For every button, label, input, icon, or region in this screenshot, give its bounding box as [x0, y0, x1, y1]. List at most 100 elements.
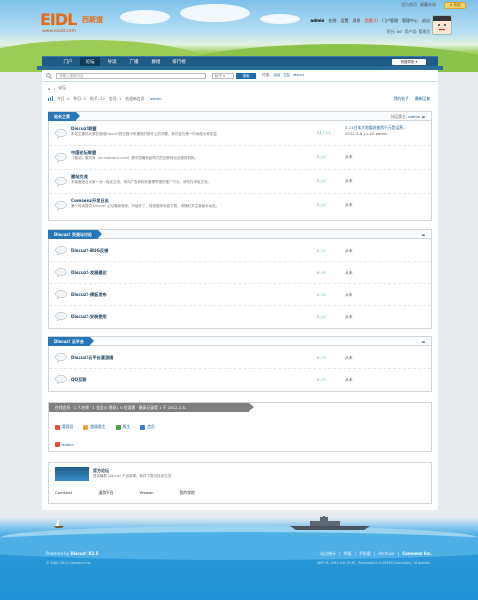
moderator-link[interactable]: admin	[408, 114, 420, 119]
forum-row[interactable]: QQ互联 0 / 0 从未	[49, 369, 431, 391]
breadcrumb-forum[interactable]: 论坛	[58, 85, 66, 91]
friend-link[interactable]: 漫游平台	[98, 490, 113, 496]
alerts-link[interactable]: 提醒(1)	[364, 18, 378, 24]
forum-last-post: 从未	[345, 178, 353, 183]
forum-bubble-icon	[55, 312, 67, 321]
friend-link[interactable]: Comsenz	[55, 490, 72, 496]
search-input[interactable]: 请输入搜索内容	[56, 73, 206, 79]
logo-mark: EIDL	[40, 10, 77, 29]
avatar[interactable]	[432, 15, 452, 35]
forum-last-post: 从未	[345, 248, 353, 253]
forum-name[interactable]: Discuz!云平台漫游插	[71, 355, 113, 361]
forum-name[interactable]: Discuz!-BUG反馈	[71, 248, 108, 254]
mod-group-icon	[115, 424, 121, 430]
usergroup-link[interactable]: 用户组: 管理员	[405, 29, 430, 35]
portal-admin-link[interactable]: 门户管理	[382, 18, 398, 24]
user-stats: 积分: 86 用户组: 管理员	[387, 29, 430, 35]
quick-nav-select[interactable]: 快捷导航 ▾	[392, 59, 426, 65]
process-time: GMT+8, 2012-3-8 15:45 , Processed in 0.0…	[316, 561, 432, 565]
legend-item: 管理员	[55, 424, 73, 430]
forum-count-value: 0 / 0	[317, 355, 326, 360]
forum-count: 0 / 0	[317, 178, 326, 183]
online-header[interactable]: 在线会员 · 1 人在线 · 1 会员(0 隐身), 0 位游客 · 最高记录是…	[49, 403, 254, 412]
hot-search-item[interactable]: 交友	[283, 73, 290, 78]
section-header: 站长之家 分区版主: admin ▬	[48, 112, 431, 121]
separator: |	[354, 551, 356, 556]
logout-link[interactable]: 退出	[422, 18, 430, 24]
hot-search-label: 热搜:	[262, 73, 271, 77]
forum-name[interactable]: Discuz!-模板发布	[71, 292, 107, 298]
forum-row[interactable]: Discuz!-安装使用 0 / 0 从未	[49, 306, 431, 328]
section-title[interactable]: Discuz! 交流与讨论	[48, 230, 102, 239]
forum-count: 0 / 0	[317, 154, 326, 159]
forum-bubble-icon	[55, 290, 67, 299]
forum-last-post: 从未	[345, 202, 353, 207]
forum-name[interactable]: Discuz!-发展建议	[71, 270, 107, 276]
forum-row[interactable]: Comsenz开发日志 第一时间提供 Discuz! 论坛最新程序、升级补丁、特…	[49, 194, 431, 220]
collapse-icon[interactable]: ▬	[421, 114, 425, 119]
forum-last-post: 从未	[345, 314, 353, 319]
site-logo[interactable]: EIDL 西斯道 www.eiodl.com	[40, 10, 110, 38]
footer-link[interactable]: 举报	[344, 551, 352, 557]
username-link[interactable]: admin	[310, 18, 324, 24]
forum-row[interactable]: Discuz!联盟 本站主要帖大家在使用Discuz!的过程中所遇到的操作上的问…	[49, 122, 431, 146]
collapse-icon[interactable]: ▬	[421, 232, 425, 237]
supermod-group-icon	[83, 424, 89, 430]
sailboat-icon	[54, 518, 64, 528]
discuz-logo-icon[interactable]	[55, 467, 89, 481]
top-links: 设为首页 收藏本站	[401, 2, 436, 8]
forum-count: 0 / 0	[317, 292, 326, 297]
messages-link[interactable]: 消息	[352, 18, 360, 24]
forum-bubble-icon	[55, 177, 67, 186]
new-posts-link[interactable]: 最新回复	[415, 96, 430, 102]
legend-item: 版主	[115, 424, 130, 430]
moderator-label: 分区版主:	[390, 114, 408, 119]
admin-center-link[interactable]: 管理中心	[402, 18, 418, 24]
search-type-select[interactable]: 帖子 ▾	[212, 73, 234, 79]
online-user-name[interactable]: admin	[62, 442, 74, 447]
forum-name[interactable]: Discuz!-安装使用	[71, 314, 107, 320]
friend-link[interactable]: 我的领地	[180, 490, 195, 496]
section-title[interactable]: Discuz! 云平台	[48, 337, 94, 346]
hot-search-item[interactable]: 活动	[273, 73, 280, 78]
home-icon[interactable]: ⌂	[48, 86, 51, 91]
forum-row[interactable]: Discuz!-发展建议 0 / 0 从未	[49, 262, 431, 284]
online-status[interactable]: 在线	[328, 18, 336, 24]
logo-url: www.eiodl.com	[42, 29, 76, 34]
set-home-link[interactable]: 设为首页	[401, 2, 417, 8]
settings-link[interactable]: 设置	[340, 18, 348, 24]
forum-name[interactable]: QQ互联	[71, 377, 87, 383]
online-members: 在线会员 · 1 人在线 · 1 会员(0 隐身), 0 位游客 · 最高记录是…	[48, 402, 432, 452]
friend-links: 官方论坛 提供最新 Discuz! 产品新闻、软件下载与技术交流 Comsenz…	[48, 462, 432, 504]
forum-row[interactable]: 中国论坛联盟 《我站》服务商（zz.comsenz.com）是中国最有影响力的互…	[49, 146, 431, 170]
footer-link[interactable]: Archiver	[378, 551, 395, 557]
company-link[interactable]: Comsenz Inc.	[402, 551, 432, 557]
credits-link[interactable]: 积分: 86	[387, 29, 402, 35]
section-title[interactable]: 站长之家	[48, 112, 80, 121]
footer-link[interactable]: 站点统计	[320, 551, 336, 557]
friend-link[interactable]: Yeswan	[140, 490, 154, 496]
forum-bubble-icon	[55, 375, 67, 384]
forum-row[interactable]: Discuz!-模板发布 0 / 0 从未	[49, 284, 431, 306]
forum-row[interactable]: Discuz!云平台漫游插 0 / 0 从未	[49, 347, 431, 369]
footer-link[interactable]: 手机版	[359, 551, 371, 557]
online-user[interactable]: admin	[55, 442, 74, 447]
forum-count-value: 0 / 0	[317, 377, 326, 382]
forum-row[interactable]: 建站交流 本板面适合大家一对一真实交流，来向广告和相关管理举报的推广行为，请勿在…	[49, 170, 431, 194]
legend-label: 超级版主	[90, 424, 106, 429]
forum-bubble-icon	[55, 129, 67, 138]
stats-newest-member[interactable]: admin	[150, 96, 162, 102]
my-posts-link[interactable]: 我的帖子	[394, 96, 409, 102]
powered-link[interactable]: Discuz! X2.5	[70, 551, 98, 556]
hot-search-item[interactable]: discuz	[293, 73, 304, 78]
bookmark-link[interactable]: 收藏本站	[420, 2, 436, 8]
collapse-button[interactable]: ★ 收起	[444, 2, 466, 9]
search-button[interactable]: 搜索	[236, 73, 256, 79]
forum-count-value: 0 / 0	[317, 292, 326, 297]
forum-count: 0 / 0	[317, 355, 326, 360]
main-nav: 门户 论坛 导读 广播 群组 排行榜 快捷导航 ▾	[42, 56, 438, 67]
forum-row[interactable]: Discuz!-BUG反馈 0 / 0 从未	[49, 240, 431, 262]
admin-group-icon	[55, 424, 60, 430]
user-bar: admin 在线 设置 消息 提醒(1) 门户管理 管理中心 退出	[310, 18, 430, 24]
collapse-icon[interactable]: ▬	[421, 339, 425, 344]
